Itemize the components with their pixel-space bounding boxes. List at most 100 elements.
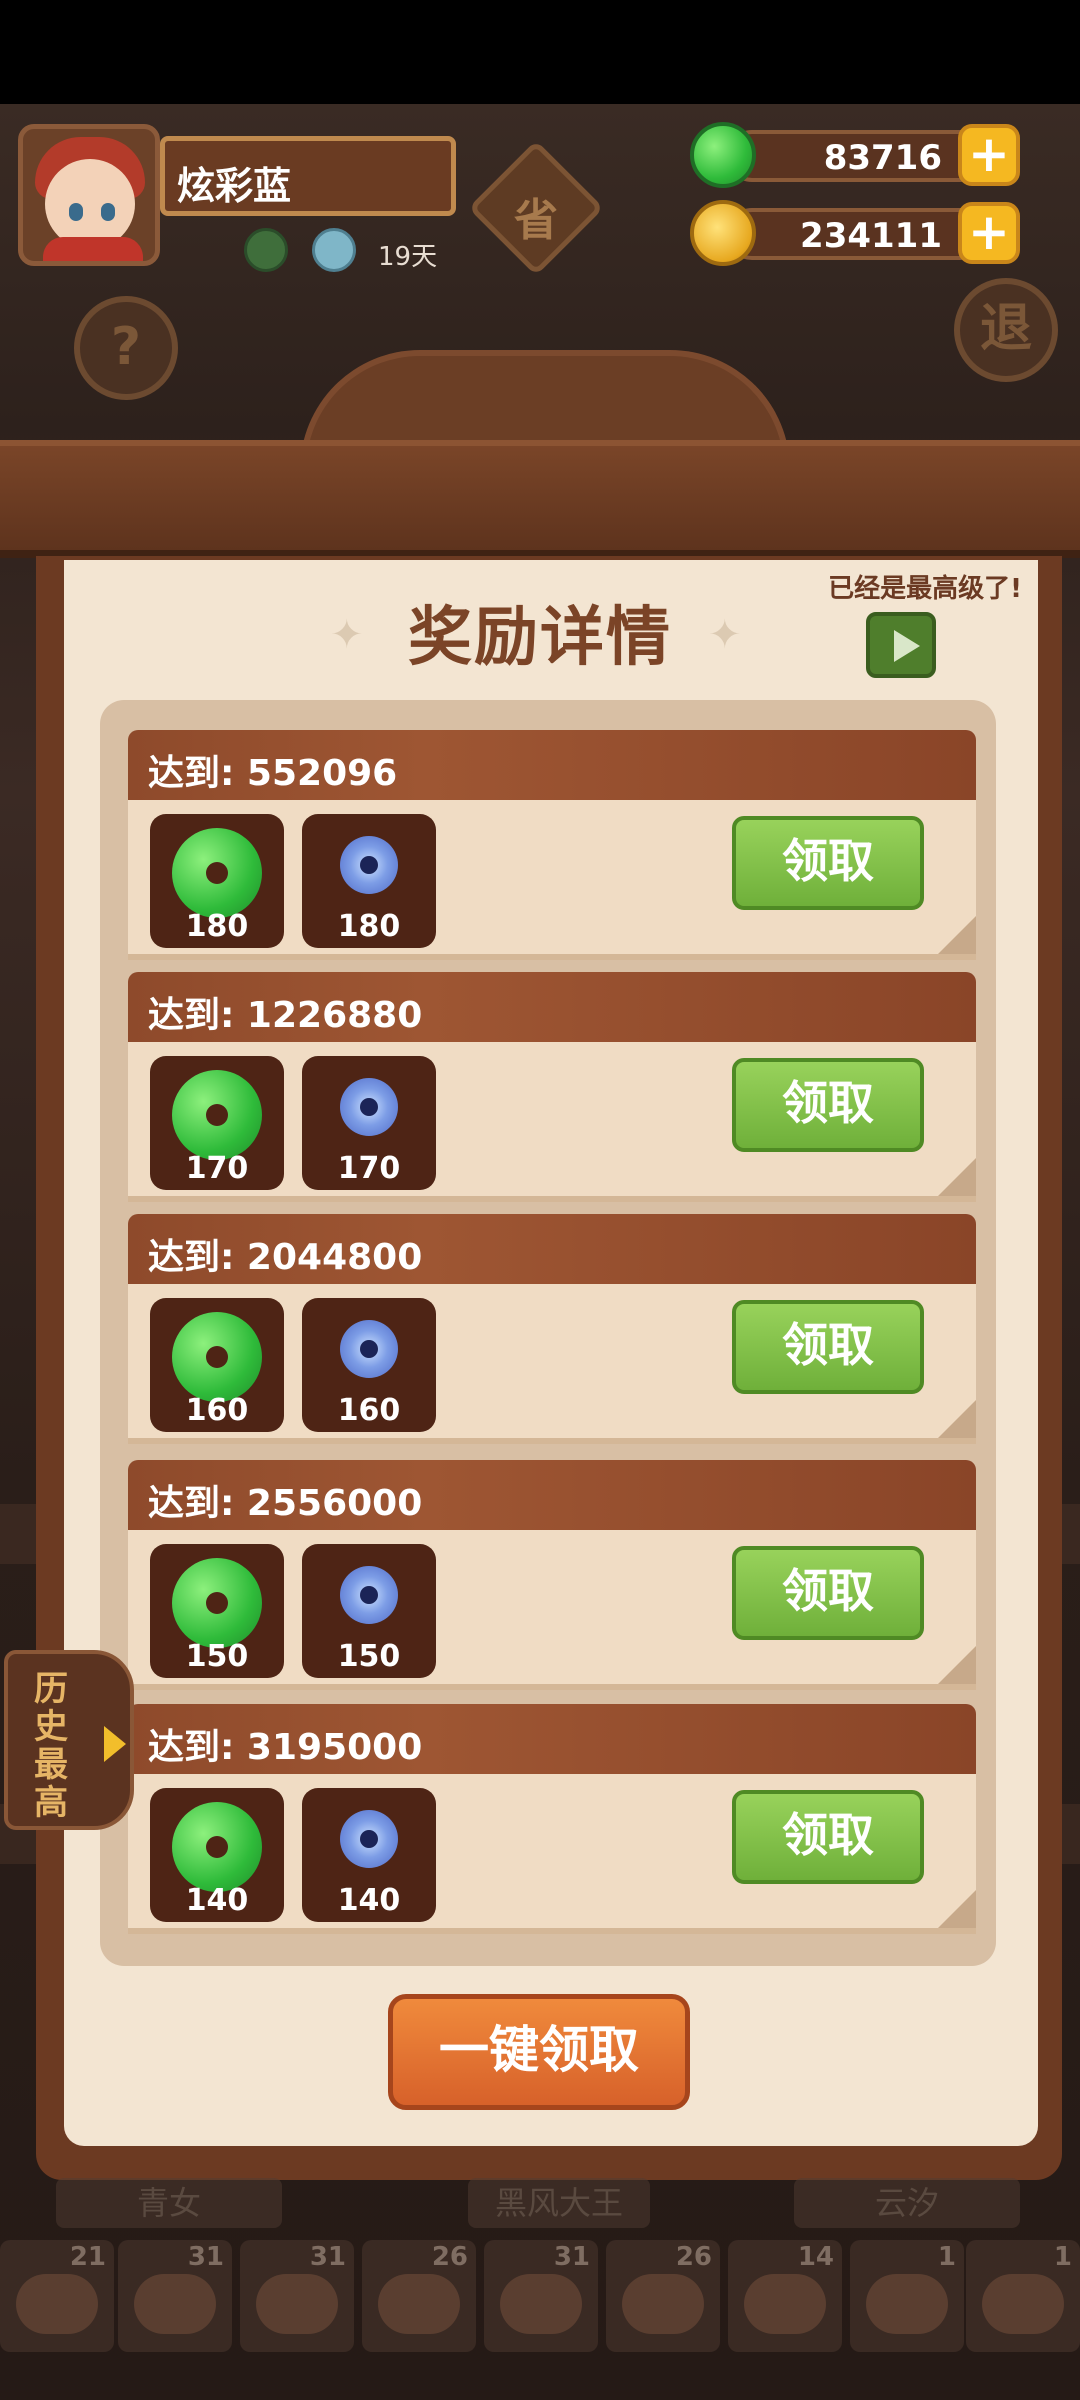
coin-currency: 234111 + xyxy=(690,200,1020,266)
dish-slot[interactable]: 31 xyxy=(484,2240,598,2352)
gem-hole xyxy=(360,1098,378,1116)
dish-icon xyxy=(744,2274,826,2334)
dish-slot[interactable]: 26 xyxy=(362,2240,476,2352)
jade-reward-qty: 180 xyxy=(185,909,249,944)
jade-reward: 150 xyxy=(150,1544,284,1678)
jade-reward-qty: 170 xyxy=(185,1151,249,1186)
gem-reward: 170 xyxy=(302,1056,436,1190)
panel-title-wrap: 奖励详情 xyxy=(330,586,750,676)
dish-icon xyxy=(378,2274,460,2334)
dish-icon xyxy=(256,2274,338,2334)
add-jade-button[interactable]: + xyxy=(958,124,1020,186)
avatar-eye xyxy=(101,203,115,221)
page-fold xyxy=(938,1400,976,1438)
dish-count: 1 xyxy=(937,2242,956,2272)
gem-reward-qty: 160 xyxy=(337,1393,401,1428)
jade-hole xyxy=(206,862,228,884)
dish-icon xyxy=(134,2274,216,2334)
panel-title: 奖励详情 xyxy=(408,601,672,675)
jade-hole xyxy=(206,1346,228,1368)
reward-threshold: 达到: 3195000 xyxy=(128,1704,976,1774)
gem-reward-qty: 140 xyxy=(337,1883,401,1918)
avatar-body xyxy=(43,237,143,261)
dish-icon xyxy=(500,2274,582,2334)
dish-slot[interactable]: 31 xyxy=(118,2240,232,2352)
help-button[interactable]: ? xyxy=(74,296,178,400)
gem-reward: 150 xyxy=(302,1544,436,1678)
character-label: 青女 xyxy=(56,2178,282,2228)
gem-hole xyxy=(360,856,378,874)
frame-beam xyxy=(0,440,1080,558)
dish-slot[interactable]: 1 xyxy=(966,2240,1080,2352)
jade-reward: 170 xyxy=(150,1056,284,1190)
dish-icon xyxy=(622,2274,704,2334)
gem-reward: 160 xyxy=(302,1298,436,1432)
reward-threshold: 达到: 1226880 xyxy=(128,972,976,1042)
dish-slot[interactable]: 1 xyxy=(850,2240,964,2352)
player-name: 炫彩蓝 xyxy=(160,136,456,216)
add-coins-button[interactable]: + xyxy=(958,202,1020,264)
jade-reward-qty: 150 xyxy=(185,1639,249,1674)
reward-row: 达到: 552096 180 180 领取 xyxy=(128,730,976,960)
claim-button[interactable]: 领取 xyxy=(732,1300,924,1394)
avatar[interactable] xyxy=(18,124,160,266)
bowl-icon xyxy=(312,228,356,272)
page-fold xyxy=(938,916,976,954)
dish-slot[interactable]: 14 xyxy=(728,2240,842,2352)
dish-slot[interactable]: 21 xyxy=(0,2240,114,2352)
claim-button[interactable]: 领取 xyxy=(732,816,924,910)
reward-row-body: 150 150 领取 xyxy=(128,1530,976,1690)
dish-count: 14 xyxy=(797,2242,834,2272)
level-up-icon xyxy=(244,228,288,272)
character-label: 云汐 xyxy=(794,2178,1020,2228)
gem-hole xyxy=(360,1586,378,1604)
jade-hole xyxy=(206,1592,228,1614)
days-counter: 19天 xyxy=(378,242,438,272)
sparkle-icon: ✦ xyxy=(708,612,742,658)
avatar-face xyxy=(45,159,135,249)
history-best-tab[interactable]: 历史最高 xyxy=(4,1650,134,1830)
dish-count: 31 xyxy=(553,2242,590,2272)
reward-row: 达到: 3195000 140 140 领取 xyxy=(128,1704,976,1934)
gem-reward: 180 xyxy=(302,814,436,948)
play-icon xyxy=(894,630,920,662)
max-level-hint: 已经是最高级了! xyxy=(828,574,1022,604)
play-button[interactable] xyxy=(866,612,936,678)
dish-count: 26 xyxy=(431,2242,468,2272)
reward-row: 达到: 2044800 160 160 领取 xyxy=(128,1214,976,1444)
jade-currency: 83716 + xyxy=(690,122,1020,188)
claim-all-button[interactable]: 一键领取 xyxy=(388,1994,690,2110)
gem-reward: 140 xyxy=(302,1788,436,1922)
dish-icon xyxy=(866,2274,948,2334)
reward-row: 达到: 2556000 150 150 领取 xyxy=(128,1460,976,1690)
coin-icon xyxy=(690,200,756,266)
dish-slot[interactable]: 31 xyxy=(240,2240,354,2352)
gem-reward-qty: 150 xyxy=(337,1639,401,1674)
jade-reward: 160 xyxy=(150,1298,284,1432)
jade-amount: 83716 xyxy=(726,130,986,182)
gem-reward-qty: 170 xyxy=(337,1151,401,1186)
reward-threshold: 达到: 552096 xyxy=(128,730,976,800)
page-fold xyxy=(938,1646,976,1684)
dish-count: 1 xyxy=(1053,2242,1072,2272)
jade-reward: 180 xyxy=(150,814,284,948)
dish-slot[interactable]: 26 xyxy=(606,2240,720,2352)
claim-button[interactable]: 领取 xyxy=(732,1058,924,1152)
claim-button[interactable]: 领取 xyxy=(732,1790,924,1884)
status-bar xyxy=(0,0,1080,104)
province-badge-label: 省 xyxy=(514,195,558,246)
dish-count: 31 xyxy=(187,2242,224,2272)
exit-button[interactable]: 退 xyxy=(954,278,1058,382)
character-label: 黑风大王 xyxy=(468,2178,650,2228)
jade-reward: 140 xyxy=(150,1788,284,1922)
jade-hole xyxy=(206,1836,228,1858)
dish-count: 26 xyxy=(675,2242,712,2272)
gem-hole xyxy=(360,1340,378,1358)
dish-icon xyxy=(16,2274,98,2334)
reward-threshold: 达到: 2044800 xyxy=(128,1214,976,1284)
claim-button[interactable]: 领取 xyxy=(732,1546,924,1640)
reward-threshold: 达到: 2556000 xyxy=(128,1460,976,1530)
dish-icon xyxy=(982,2274,1064,2334)
history-best-label: 历史最高 xyxy=(34,1669,68,1823)
reward-row-body: 180 180 领取 xyxy=(128,800,976,960)
